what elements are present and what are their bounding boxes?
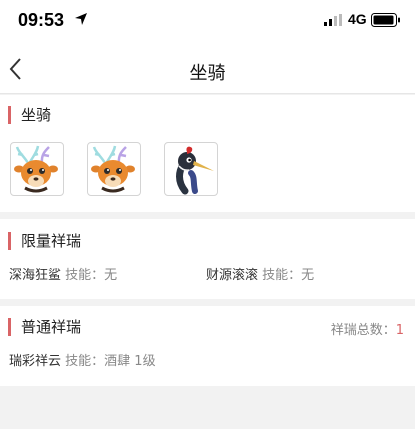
list-item: 瑞彩祥云 技能：酒肆 1级 [9, 350, 156, 369]
page-title: 坐骑 [189, 63, 226, 84]
limited-card: 限量祥瑞 深海狂鲨 技能：无 财源滚滚 技能：无 [0, 219, 415, 299]
deer-mount-icon [14, 145, 58, 193]
common-section-title: 普通祥瑞 [8, 318, 81, 336]
mount-item-deer-2[interactable] [87, 142, 141, 196]
total-value: 1 [395, 323, 404, 338]
item-name: 瑞彩祥云 [9, 354, 62, 369]
signal-icon [324, 14, 342, 26]
mount-item-crane[interactable] [164, 142, 218, 196]
skill-value: 无 [301, 268, 315, 283]
skill-value: 无 [104, 268, 118, 283]
deer-mount-icon [91, 145, 135, 193]
network-type: 4G [348, 11, 367, 27]
total-count: 祥瑞总数：1 [331, 319, 404, 338]
location-arrow-icon [75, 13, 87, 25]
status-time: 09:53 [18, 10, 65, 30]
mount-item-deer-1[interactable] [10, 142, 64, 196]
item-name: 深海狂鲨 [9, 268, 62, 283]
battery-icon [371, 13, 400, 27]
item-name: 财源滚滚 [206, 268, 259, 283]
list-item: 深海狂鲨 技能：无 [9, 264, 117, 283]
crane-mount-icon [176, 146, 214, 195]
skill-label: 技能： [262, 268, 302, 283]
mounts-card: 坐骑 [0, 95, 415, 212]
skill-value: 酒肆 1级 [104, 354, 156, 369]
status-bar: 09:53 4G [0, 0, 415, 44]
nav-header: 坐骑 [0, 44, 415, 94]
skill-label: 技能： [65, 268, 105, 283]
total-label: 祥瑞总数： [330, 323, 396, 338]
limited-section-title: 限量祥瑞 [8, 232, 81, 250]
skill-label: 技能： [65, 354, 105, 369]
common-card: 普通祥瑞 祥瑞总数：1 瑞彩祥云 技能：酒肆 1级 [0, 306, 415, 386]
mounts-section-title: 坐骑 [8, 106, 51, 124]
list-item: 财源滚滚 技能：无 [206, 264, 314, 283]
